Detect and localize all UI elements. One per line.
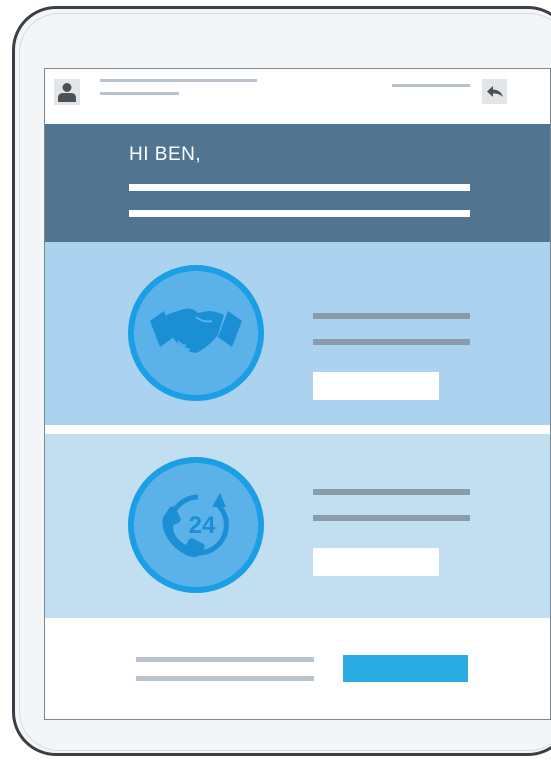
sender-name-placeholder [100,79,257,82]
email-footer [45,618,550,719]
email-screen: HI BEN, 24 [44,68,551,720]
greeting-text: HI BEN, [129,144,202,165]
cta-button[interactable] [343,655,468,682]
sender-email-placeholder [100,92,179,95]
footer-text-placeholder [136,676,314,681]
footer-text-placeholder [136,657,314,662]
reply-arrow-icon [486,85,503,97]
feature-title-placeholder [313,313,470,319]
feature-text-placeholder [313,515,470,521]
feature-section-support: 24 [45,434,550,618]
greeting-body-line [129,210,470,217]
phone-24-hour-icon: 24 [128,457,264,593]
reply-button[interactable] [482,79,507,104]
email-header [45,69,550,124]
feature-title-placeholder [313,489,470,495]
feature-text-placeholder [313,339,470,345]
handshake-icon [128,265,264,401]
phone-24-label: 24 [189,512,216,539]
feature-section-partnership [45,242,550,425]
user-avatar-icon [54,79,80,105]
greeting-banner: HI BEN, [45,124,550,242]
feature-button[interactable] [313,548,439,576]
greeting-body-line [129,184,470,191]
feature-button[interactable] [313,372,439,400]
date-placeholder [392,84,470,87]
